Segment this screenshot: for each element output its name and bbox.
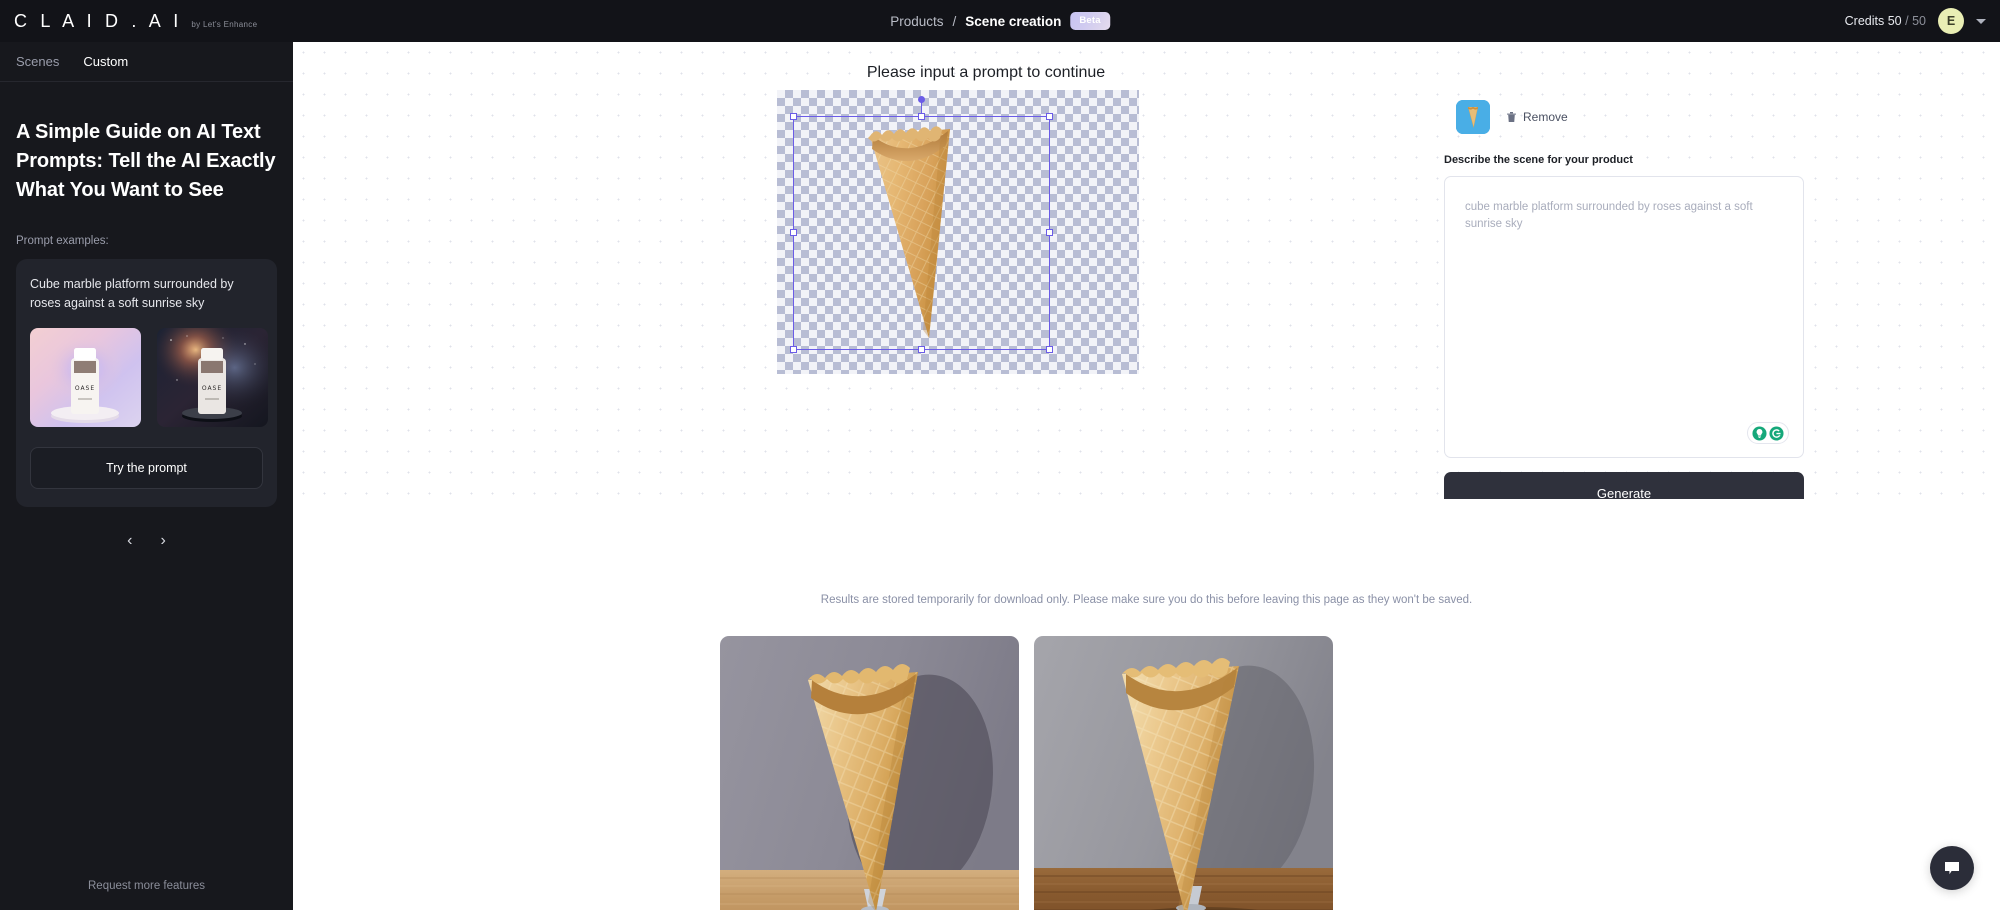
credits-separator: / [1905, 14, 1909, 28]
example-thumbnail-pink-gradient-bottle[interactable]: OASE [30, 327, 141, 427]
grammarly-widget[interactable] [1747, 422, 1789, 444]
prompt-examples-label: Prompt examples: [16, 235, 109, 247]
example-carousel-nav: ‹ › [16, 532, 277, 549]
page-title: Please input a prompt to continue [866, 64, 1106, 81]
rotation-handle[interactable] [918, 96, 925, 103]
carousel-next-icon[interactable]: › [161, 532, 166, 549]
cosmic-galaxy-bottle-image: OASE [157, 327, 268, 427]
credits-used: Credits 50 [1844, 14, 1902, 28]
try-the-prompt-button[interactable]: Try the prompt [30, 446, 263, 489]
avatar[interactable]: E [1938, 8, 1964, 34]
breadcrumb-products[interactable]: Products [890, 14, 943, 29]
breadcrumb-scene-creation: Scene creation [965, 13, 1062, 29]
svg-text:OASE: OASE [75, 385, 95, 392]
prompt-example-text: Cube marble platform surrounded by roses… [30, 277, 234, 311]
remove-button-label: Remove [1523, 110, 1568, 124]
scene-prompt-textarea[interactable]: cube marble platform surrounded by roses… [1444, 176, 1804, 458]
waffle-cone-thumbnail-image [1456, 100, 1490, 134]
resize-handle-top-center[interactable] [917, 113, 925, 120]
result-image-1[interactable] [720, 636, 1019, 910]
tab-scenes[interactable]: Scenes [16, 54, 59, 69]
pink-gradient-bottle-image: OASE [30, 327, 141, 427]
prompt-field-label: Describe the scene for your product [1444, 154, 1633, 166]
main-content: Please input a prompt to continue Remove [293, 42, 2000, 910]
results-section: Results are stored temporarily for downl… [293, 499, 2000, 910]
status-badge-beta: Beta [1070, 12, 1110, 30]
tab-custom[interactable]: Custom [83, 54, 128, 69]
example-thumbnail-cosmic-galaxy-bottle[interactable]: OASE [157, 327, 268, 427]
guide-title: A Simple Guide on AI Text Prompts: Tell … [16, 121, 276, 201]
chat-bubble-icon [1945, 862, 1959, 875]
resize-handle-bottom-right[interactable] [1046, 346, 1053, 353]
image-canvas[interactable] [777, 90, 1139, 374]
sidebar-tabs: Scenes Custom [0, 42, 293, 82]
result-1-waffle-cone-gray-wall [720, 636, 1019, 910]
chat-support-button[interactable] [1930, 846, 1974, 890]
sidebar: Scenes Custom A Simple Guide on AI Text … [0, 42, 293, 910]
logo-subtitle: by Let's Enhance [191, 19, 258, 29]
result-image-2[interactable] [1034, 636, 1333, 910]
scene-prompt-placeholder: cube marble platform surrounded by roses… [1465, 201, 1753, 231]
results-grid [720, 636, 1333, 910]
credits-counter: Credits 50 / 50 [1845, 14, 1926, 28]
prompt-column: Describe the scene for your product cube… [1444, 154, 1804, 458]
resize-handle-middle-left[interactable] [790, 229, 797, 236]
carousel-prev-icon[interactable]: ‹ [127, 532, 132, 549]
credits-total: 50 [1912, 14, 1926, 28]
resize-handle-bottom-center[interactable] [917, 346, 925, 353]
prompt-example-card: Cube marble platform surrounded by roses… [16, 259, 277, 507]
prompt-example-thumbnails: OASE OASE [30, 327, 268, 427]
selection-bounding-box[interactable] [790, 96, 1053, 353]
sidebar-body: A Simple Guide on AI Text Prompts: Tell … [0, 82, 293, 549]
svg-text:OASE: OASE [202, 385, 222, 392]
product-thumbnail[interactable] [1456, 100, 1490, 134]
lightbulb-icon [1752, 425, 1767, 441]
chevron-down-icon[interactable] [1976, 18, 1986, 24]
resize-handle-bottom-left[interactable] [790, 346, 797, 353]
breadcrumb: Products / Scene creation Beta [890, 12, 1110, 30]
app-logo[interactable]: C L A I D . A I by Let's Enhance [0, 11, 257, 32]
request-more-features-link[interactable]: Request more features [0, 880, 293, 892]
results-storage-note: Results are stored temporarily for downl… [820, 594, 1473, 606]
breadcrumb-separator: / [952, 13, 957, 29]
resize-handle-top-right[interactable] [1046, 113, 1053, 120]
resize-handle-top-left[interactable] [790, 113, 797, 120]
logo-text: C L A I D . A I [14, 10, 183, 31]
trash-icon [1507, 112, 1516, 122]
topbar-right-group: Credits 50 / 50 E [1845, 8, 1986, 34]
product-thumbnail-row: Remove [1456, 100, 1568, 134]
top-bar: C L A I D . A I by Let's Enhance Product… [0, 0, 2000, 42]
result-2-waffle-cone-dark-wood [1034, 636, 1333, 910]
resize-handle-middle-right[interactable] [1046, 229, 1053, 236]
remove-button[interactable]: Remove [1506, 110, 1568, 124]
grammarly-g-icon [1769, 425, 1784, 441]
